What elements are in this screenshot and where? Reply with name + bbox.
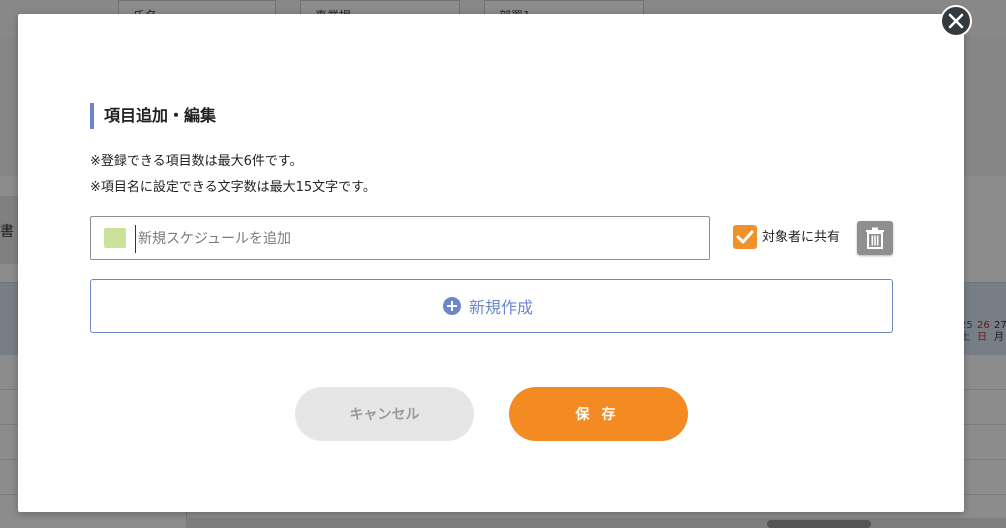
trash-icon	[866, 227, 884, 249]
check-icon	[736, 230, 754, 244]
add-new-item-label: 新規作成	[469, 298, 534, 317]
share-checkbox[interactable]	[733, 225, 757, 249]
item-edit-modal: 項目追加・編集 ※登録できる項目数は最大6件です。 ※項目名に設定できる文字数は…	[18, 14, 964, 512]
note-max-chars: ※項目名に設定できる文字数は最大15文字です。	[90, 180, 376, 195]
color-swatch-button[interactable]	[104, 228, 126, 248]
schedule-item-input[interactable]	[135, 225, 700, 253]
add-new-item-content: 新規作成	[443, 295, 533, 317]
close-icon	[948, 13, 964, 29]
add-new-item-button[interactable]: 新規作成	[90, 279, 893, 333]
schedule-item-row	[90, 216, 710, 260]
plus-circle-icon	[443, 297, 461, 315]
close-modal-button[interactable]	[940, 5, 972, 37]
modal-title: 項目追加・編集	[90, 103, 216, 129]
share-label: 対象者に共有	[762, 230, 841, 245]
note-max-items: ※登録できる項目数は最大6件です。	[90, 154, 303, 169]
cancel-button[interactable]: キャンセル	[295, 387, 474, 441]
save-button[interactable]: 保存	[509, 387, 688, 441]
delete-item-button[interactable]	[857, 221, 893, 255]
